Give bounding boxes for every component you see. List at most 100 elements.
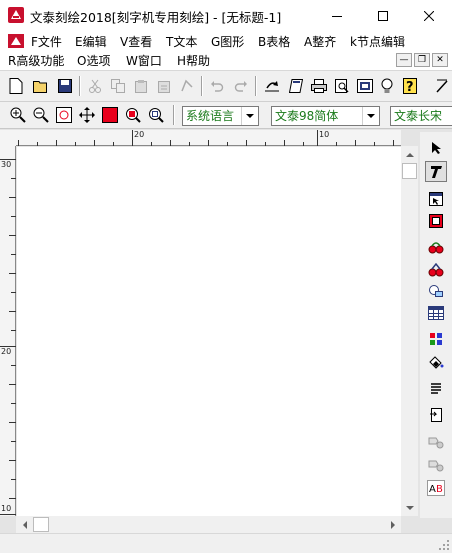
mdi-minimize-button[interactable]: — xyxy=(396,53,412,67)
language-combo-value: 系统语言 xyxy=(186,109,235,123)
menu-bar: F文件 E编辑 V查看 T文本 G图形 B表格 A整齐 k节点编辑 R高级功能 … xyxy=(0,31,452,71)
fill-bucket-icon[interactable] xyxy=(425,351,447,372)
zoom-in-icon[interactable] xyxy=(8,105,28,125)
print-preview-icon[interactable] xyxy=(332,76,352,96)
save-icon[interactable] xyxy=(55,76,75,96)
mdi-restore-button[interactable]: ❐ xyxy=(414,53,430,67)
svg-text:?: ? xyxy=(406,80,414,94)
import-icon[interactable] xyxy=(262,76,282,96)
disabled-tool-icon-2[interactable] xyxy=(425,454,447,475)
svg-text:A: A xyxy=(429,484,436,495)
ruler-label: 10 xyxy=(1,504,12,513)
ruler-label: 10 xyxy=(319,130,330,139)
title-bar: 文泰刻绘2018[刻字机专用刻绘] - [无标题-1] xyxy=(0,0,452,31)
ruler-label: 30 xyxy=(1,160,12,169)
ruler-label: 20 xyxy=(1,347,12,356)
new-file-icon[interactable] xyxy=(6,76,26,96)
zoom-all-icon[interactable] xyxy=(146,105,166,125)
menu-window[interactable]: W窗口 xyxy=(126,52,162,69)
mdi-close-button[interactable]: ✕ xyxy=(432,53,448,67)
svg-text:B: B xyxy=(436,484,443,495)
cut-icon[interactable] xyxy=(85,76,105,96)
select-arrow-icon[interactable] xyxy=(425,137,447,158)
font-combo[interactable]: 文泰98简体 xyxy=(271,106,380,126)
menu-table[interactable]: B表格 xyxy=(258,33,290,50)
zoom-font-toolbar: 系统语言 文泰98简体 文泰长宋 xyxy=(0,102,452,129)
open-folder-icon[interactable] xyxy=(31,76,51,96)
toolbar-separator xyxy=(255,76,257,96)
toolbar-separator xyxy=(79,76,81,96)
disabled-tool-icon[interactable] xyxy=(425,431,447,452)
vertical-ruler[interactable]: 30 20 10 xyxy=(0,146,16,516)
node-edit-icon[interactable] xyxy=(425,188,447,209)
help-question-icon[interactable]: ? xyxy=(400,76,420,96)
print-icon[interactable] xyxy=(309,76,329,96)
toolbar-separator xyxy=(173,105,175,125)
ruler-corner xyxy=(0,130,16,146)
ruler-label: 20 xyxy=(134,130,145,139)
zoom-window-icon[interactable] xyxy=(54,105,74,125)
maximize-button[interactable] xyxy=(360,0,406,31)
font-combo-value: 文泰98简体 xyxy=(275,109,339,123)
window-title: 文泰刻绘2018[刻字机专用刻绘] - [无标题-1] xyxy=(30,10,282,25)
status-bar xyxy=(0,533,452,553)
horizontal-ruler[interactable]: 20 10 xyxy=(16,130,401,146)
menu-align[interactable]: A整齐 xyxy=(304,33,336,50)
menu-options[interactable]: O选项 xyxy=(77,52,110,69)
menu-advanced[interactable]: R高级功能 xyxy=(8,52,64,69)
app-logo-icon[interactable] xyxy=(8,7,24,23)
scroll-down-icon[interactable] xyxy=(401,499,418,516)
scroll-right-icon[interactable] xyxy=(384,516,401,533)
font-combo-secondary-value: 文泰长宋 xyxy=(394,109,443,123)
rectangle-tool-icon[interactable] xyxy=(425,210,447,231)
color-fill-button[interactable] xyxy=(100,105,120,125)
tool-palette: AB xyxy=(420,132,452,518)
page-arrow-icon[interactable] xyxy=(425,404,447,425)
standard-toolbar: ? xyxy=(0,71,452,102)
chevron-down-icon[interactable] xyxy=(362,107,379,125)
vertical-scroll-thumb[interactable] xyxy=(402,163,417,179)
undo-icon[interactable] xyxy=(207,76,227,96)
zoom-out-icon[interactable] xyxy=(31,105,51,125)
cherry-fill-icon[interactable] xyxy=(425,236,447,257)
menu-file[interactable]: F文件 xyxy=(31,33,62,50)
horizontal-scrollbar[interactable] xyxy=(16,516,401,533)
paste-special-icon[interactable] xyxy=(154,76,174,96)
text-tool-icon[interactable] xyxy=(425,161,447,182)
vertical-scrollbar[interactable] xyxy=(401,146,418,516)
horizontal-scroll-thumb[interactable] xyxy=(33,517,49,532)
table-tool-icon[interactable] xyxy=(425,302,447,323)
drawing-canvas[interactable] xyxy=(17,147,401,516)
page-setup-icon[interactable] xyxy=(355,76,375,96)
menu-graphics[interactable]: G图形 xyxy=(211,33,244,50)
menu-text[interactable]: T文本 xyxy=(166,33,197,50)
lightbulb-icon[interactable] xyxy=(377,76,397,96)
text-align-icon[interactable] xyxy=(425,377,447,398)
scroll-up-icon[interactable] xyxy=(401,146,418,163)
toolbar-separator xyxy=(201,76,203,96)
font-combo-secondary[interactable]: 文泰长宋 xyxy=(390,106,452,126)
menu-node-edit[interactable]: k节点编辑 xyxy=(350,33,405,50)
minimize-button[interactable] xyxy=(314,0,360,31)
language-combo[interactable]: 系统语言 xyxy=(182,106,259,126)
close-button[interactable] xyxy=(406,0,452,31)
shape-tool-icon[interactable] xyxy=(425,280,447,301)
cherry-outline-icon[interactable] xyxy=(425,259,447,280)
scroll-left-icon[interactable] xyxy=(16,516,33,533)
copy-icon[interactable] xyxy=(108,76,128,96)
document-logo-icon[interactable] xyxy=(8,34,24,48)
pan-move-icon[interactable] xyxy=(77,105,97,125)
export-icon[interactable] xyxy=(286,76,306,96)
color-palette-icon[interactable] xyxy=(425,328,447,349)
font-style-icon[interactable]: AB xyxy=(425,477,447,498)
paste-icon[interactable] xyxy=(131,76,151,96)
toolbar-overflow-icon[interactable] xyxy=(432,76,452,96)
resize-grip-icon[interactable] xyxy=(438,539,450,551)
redo-icon[interactable] xyxy=(231,76,251,96)
clone-icon[interactable] xyxy=(177,76,197,96)
menu-help[interactable]: H帮助 xyxy=(177,52,210,69)
chevron-down-icon[interactable] xyxy=(241,107,258,125)
menu-edit[interactable]: E编辑 xyxy=(75,33,107,50)
zoom-page-icon[interactable] xyxy=(123,105,143,125)
menu-view[interactable]: V查看 xyxy=(120,33,152,50)
